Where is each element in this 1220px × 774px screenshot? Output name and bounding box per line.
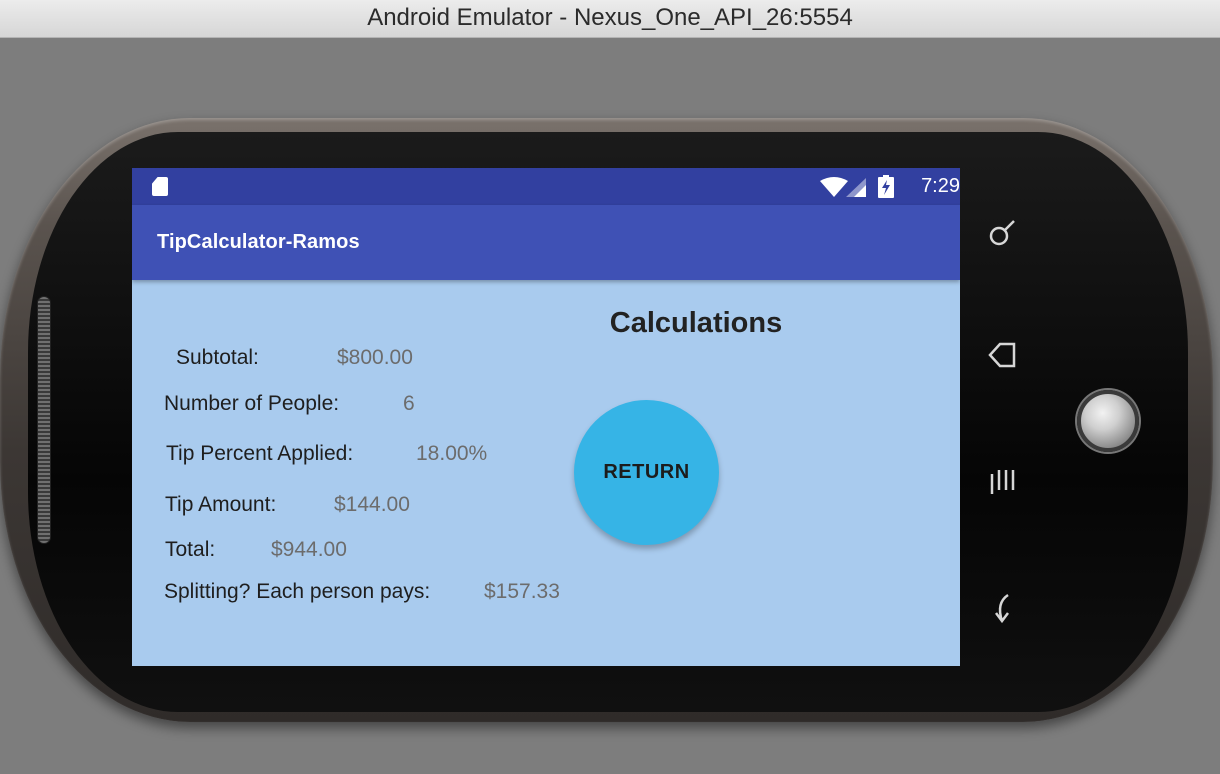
return-button[interactable]: RETURN: [574, 400, 719, 545]
total-value: $944.00: [271, 538, 347, 561]
split-label: Splitting? Each person pays:: [164, 580, 431, 603]
menu-key-icon[interactable]: [975, 453, 1030, 508]
battery-charging-icon: [878, 175, 894, 198]
subtotal-value: $800.00: [337, 346, 413, 369]
search-key-icon[interactable]: [975, 205, 1030, 260]
sd-card-icon: [152, 177, 168, 196]
subtotal-label: Subtotal:: [176, 346, 259, 369]
volume-grille: [37, 296, 51, 544]
people-value: 6: [403, 392, 415, 415]
home-key-icon[interactable]: [975, 327, 1030, 382]
status-bar: 7:29: [132, 168, 960, 205]
tip-percent-label: Tip Percent Applied:: [166, 442, 354, 465]
window-title: Android Emulator - Nexus_One_API_26:5554: [0, 0, 1220, 38]
tip-amount-value: $144.00: [334, 493, 410, 516]
wifi-icon: [820, 177, 848, 197]
trackball[interactable]: [1077, 390, 1139, 452]
back-key-icon[interactable]: [975, 580, 1030, 635]
calculations-panel: Calculations Subtotal: $800.00 Number of…: [132, 280, 960, 666]
split-value: $157.33: [484, 580, 560, 603]
app-title: TipCalculator-Ramos: [157, 231, 360, 253]
tip-percent-value: 18.00%: [416, 442, 488, 465]
app-bar: TipCalculator-Ramos: [132, 205, 960, 280]
status-clock: 7:29: [921, 175, 960, 197]
people-label: Number of People:: [164, 392, 340, 415]
device-screen: 7:29 TipCalculator-Ramos Calculations Su…: [132, 168, 960, 666]
cell-signal-icon: [846, 178, 866, 197]
page-title: Calculations: [609, 307, 783, 339]
tip-amount-label: Tip Amount:: [165, 493, 277, 516]
total-label: Total:: [165, 538, 216, 561]
